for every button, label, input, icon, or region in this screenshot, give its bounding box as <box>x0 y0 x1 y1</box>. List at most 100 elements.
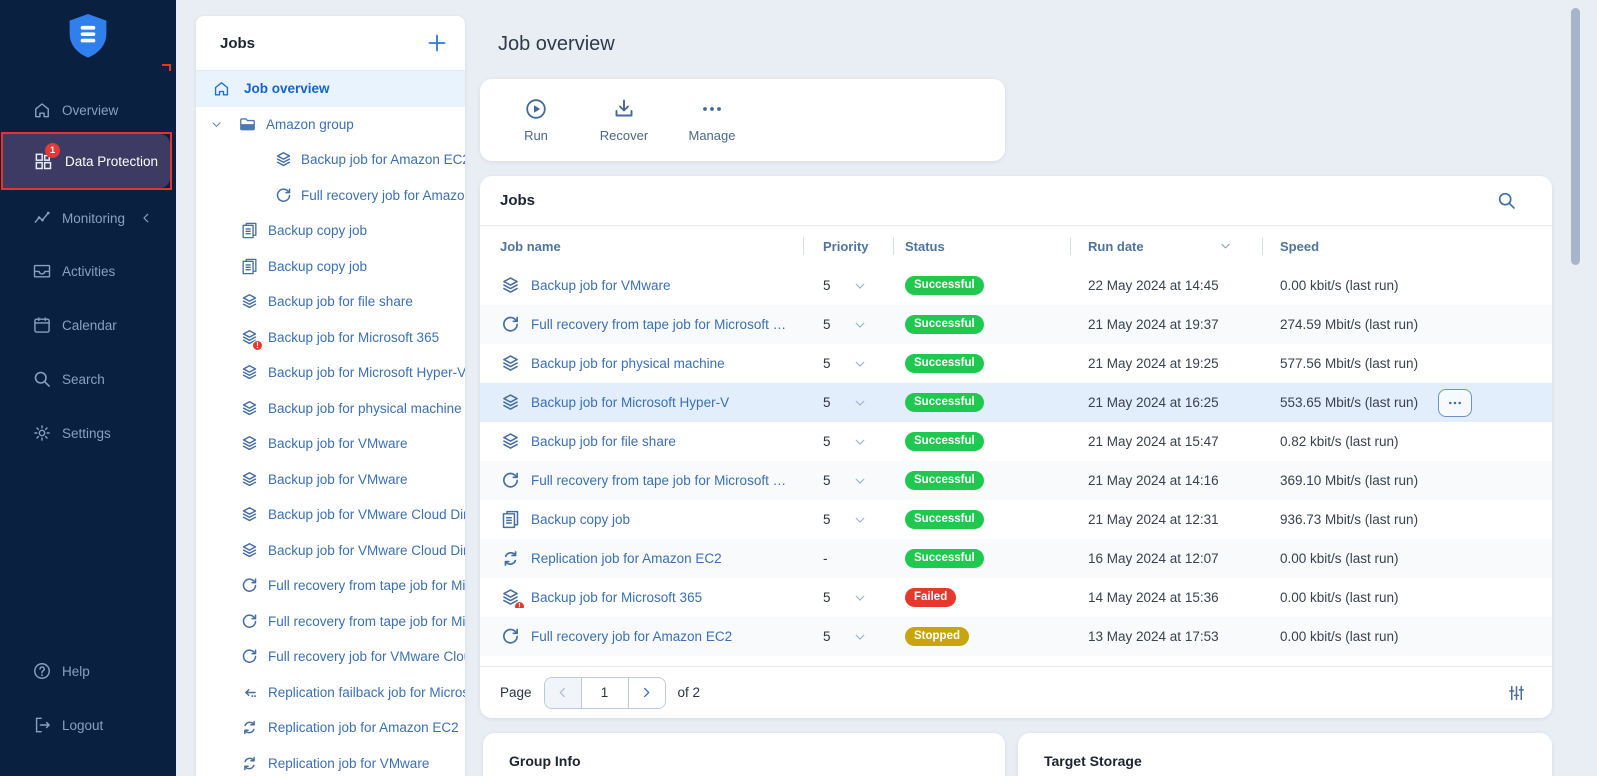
chevron-down-icon[interactable] <box>210 118 223 131</box>
tree-item[interactable]: Full recovery job for Amazon EC2 <box>196 178 465 214</box>
run-date: 22 May 2024 at 14:45 <box>1070 278 1262 293</box>
table-row[interactable]: Full recovery from tape job for Microsof… <box>480 461 1552 500</box>
help-icon <box>32 661 52 681</box>
page-number-input[interactable] <box>581 678 629 708</box>
tree-item[interactable]: Full recovery from tape job for Microsof… <box>196 568 465 604</box>
column-status[interactable]: Status <box>893 239 1070 254</box>
add-job-button[interactable] <box>425 31 449 55</box>
job-name-link[interactable]: Full recovery from tape job for Microsof… <box>531 473 789 488</box>
backup-job-icon <box>240 541 259 560</box>
tree-item-label: Full recovery from tape job for Microsof… <box>268 578 465 593</box>
tree-item[interactable]: Backup job for VMware Cloud Director <box>196 497 465 533</box>
column-speed[interactable]: Speed <box>1262 239 1552 254</box>
sidebar-item-activities[interactable]: Activities <box>0 256 176 286</box>
scrollbar-thumb[interactable] <box>1571 8 1580 265</box>
tree-item[interactable]: Backup job for VMware Cloud Director <box>196 533 465 569</box>
tree-item[interactable]: Replication failback job for Microsoft H… <box>196 675 465 711</box>
tree-item[interactable]: Replication job for Amazon EC2 <box>196 710 465 746</box>
next-page-button[interactable] <box>629 678 665 708</box>
table-settings-sliders-icon[interactable] <box>1507 683 1526 702</box>
column-priority[interactable]: Priority <box>803 239 893 254</box>
status-badge: Stopped <box>905 627 969 646</box>
sidebar-item-monitoring[interactable]: Monitoring <box>0 203 176 233</box>
run-button[interactable]: Run <box>492 88 580 152</box>
job-name-link[interactable]: Backup job for file share <box>531 434 676 449</box>
backup-job-icon <box>274 150 293 169</box>
priority-chevron-down-icon[interactable] <box>853 279 867 293</box>
search-icon[interactable] <box>1496 190 1517 211</box>
column-job-name[interactable]: Job name <box>480 239 803 254</box>
job-name-link[interactable]: Backup copy job <box>531 512 630 527</box>
sidebar-item-settings[interactable]: Settings <box>0 418 176 448</box>
tree-item[interactable]: Backup job for VMware <box>196 462 465 498</box>
job-name-link[interactable]: Replication job for Amazon EC2 <box>531 551 722 566</box>
tree-item[interactable]: Full recovery from tape job for Microsof… <box>196 604 465 640</box>
sidebar-item-logout[interactable]: Logout <box>0 710 176 740</box>
tree-item-amazon-group[interactable]: Amazon group <box>196 107 465 143</box>
tree-item[interactable]: Replication job for VMware <box>196 746 465 776</box>
sidebar-item-search[interactable]: Search <box>0 364 176 394</box>
chevron-left-icon <box>555 685 570 700</box>
priority-chevron-down-icon[interactable] <box>853 513 867 527</box>
speed-value: 369.10 Mbit/s (last run) <box>1262 473 1552 488</box>
table-row[interactable]: Backup job for file share 5 Successful 2… <box>480 422 1552 461</box>
tree-item[interactable]: ! Backup job for Microsoft 365 <box>196 320 465 356</box>
backup-job-icon <box>240 363 259 382</box>
table-row[interactable]: Backup job for VMware 5 Successful 22 Ma… <box>480 266 1552 305</box>
tree-item[interactable]: Full recovery job for VMware Cloud Direc… <box>196 639 465 675</box>
column-run-date[interactable]: Run date <box>1070 239 1262 254</box>
table-row[interactable]: Full recovery job for Amazon EC2 5 Stopp… <box>480 617 1552 656</box>
priority-chevron-down-icon[interactable] <box>853 396 867 410</box>
priority-value: 5 <box>823 395 831 410</box>
tree-item[interactable]: Backup job for Microsoft Hyper-V <box>196 355 465 391</box>
priority-chevron-down-icon[interactable] <box>853 318 867 332</box>
table-row[interactable]: !Backup job for Microsoft 365 5 Failed 1… <box>480 578 1552 617</box>
job-name-link[interactable]: Backup job for Microsoft 365 <box>531 590 702 605</box>
sidebar-item-calendar[interactable]: Calendar <box>0 310 176 340</box>
backup-job-icon <box>500 275 521 296</box>
manage-button[interactable]: Manage <box>668 88 756 152</box>
tree-item[interactable]: Backup copy job <box>196 249 465 285</box>
sidebar-item-help[interactable]: Help <box>0 656 176 686</box>
chevron-left-icon[interactable] <box>139 211 153 225</box>
tree-item[interactable]: Backup job for VMware <box>196 426 465 462</box>
priority-chevron-down-icon[interactable] <box>853 591 867 605</box>
activities-icon <box>32 261 52 281</box>
table-row[interactable]: Full recovery from tape job for Microsof… <box>480 305 1552 344</box>
tree-item-label: Replication failback job for Microsoft H… <box>268 685 465 700</box>
run-date: 13 May 2024 at 17:53 <box>1070 629 1262 644</box>
sort-chevron-down-icon[interactable] <box>1219 240 1232 253</box>
page-label: Page <box>500 685 532 700</box>
job-name-link[interactable]: Backup job for physical machine <box>531 356 725 371</box>
tree-item-label: Job overview <box>244 81 330 96</box>
job-name-link[interactable]: Full recovery job for Amazon EC2 <box>531 629 732 644</box>
priority-chevron-down-icon[interactable] <box>853 474 867 488</box>
annotation-highlight-box: 1 Data Protection <box>1 132 172 190</box>
job-name-link[interactable]: Backup job for VMware <box>531 278 671 293</box>
priority-chevron-down-icon[interactable] <box>853 630 867 644</box>
tree-item-job-overview[interactable]: Job overview <box>196 71 465 107</box>
table-row[interactable]: Backup job for physical machine 5 Succes… <box>480 344 1552 383</box>
run-date: 21 May 2024 at 19:37 <box>1070 317 1262 332</box>
speed-value: 0.00 kbit/s (last run) <box>1262 278 1552 293</box>
replication-job-icon <box>240 718 259 737</box>
recover-button[interactable]: Recover <box>580 88 668 152</box>
tree-item[interactable]: Backup job for file share <box>196 284 465 320</box>
priority-chevron-down-icon[interactable] <box>853 435 867 449</box>
sidebar-item-data-protection[interactable]: 1 Data Protection <box>3 134 170 188</box>
priority-chevron-down-icon[interactable] <box>853 357 867 371</box>
sidebar-item-label: Monitoring <box>62 211 125 226</box>
table-row[interactable]: Replication job for Amazon EC2 - Success… <box>480 539 1552 578</box>
tree-item[interactable]: Backup copy job <box>196 213 465 249</box>
tree-item[interactable]: Backup job for Amazon EC2 <box>196 142 465 178</box>
table-row[interactable]: Backup copy job 5 Successful 21 May 2024… <box>480 500 1552 539</box>
job-name-link[interactable]: Full recovery from tape job for Microsof… <box>531 317 789 332</box>
priority-value: 5 <box>823 317 831 332</box>
job-name-link[interactable]: Backup job for Microsoft Hyper-V <box>531 395 729 410</box>
table-row-selected[interactable]: Backup job for Microsoft Hyper-V 5 Succe… <box>480 383 1552 422</box>
sidebar: Overview 1 Data Protection Monitoring Ac… <box>0 0 176 776</box>
row-actions-button[interactable] <box>1438 389 1472 417</box>
tree-item[interactable]: Backup job for physical machine <box>196 391 465 427</box>
sidebar-item-overview[interactable]: Overview <box>0 95 176 125</box>
previous-page-button[interactable] <box>545 678 581 708</box>
